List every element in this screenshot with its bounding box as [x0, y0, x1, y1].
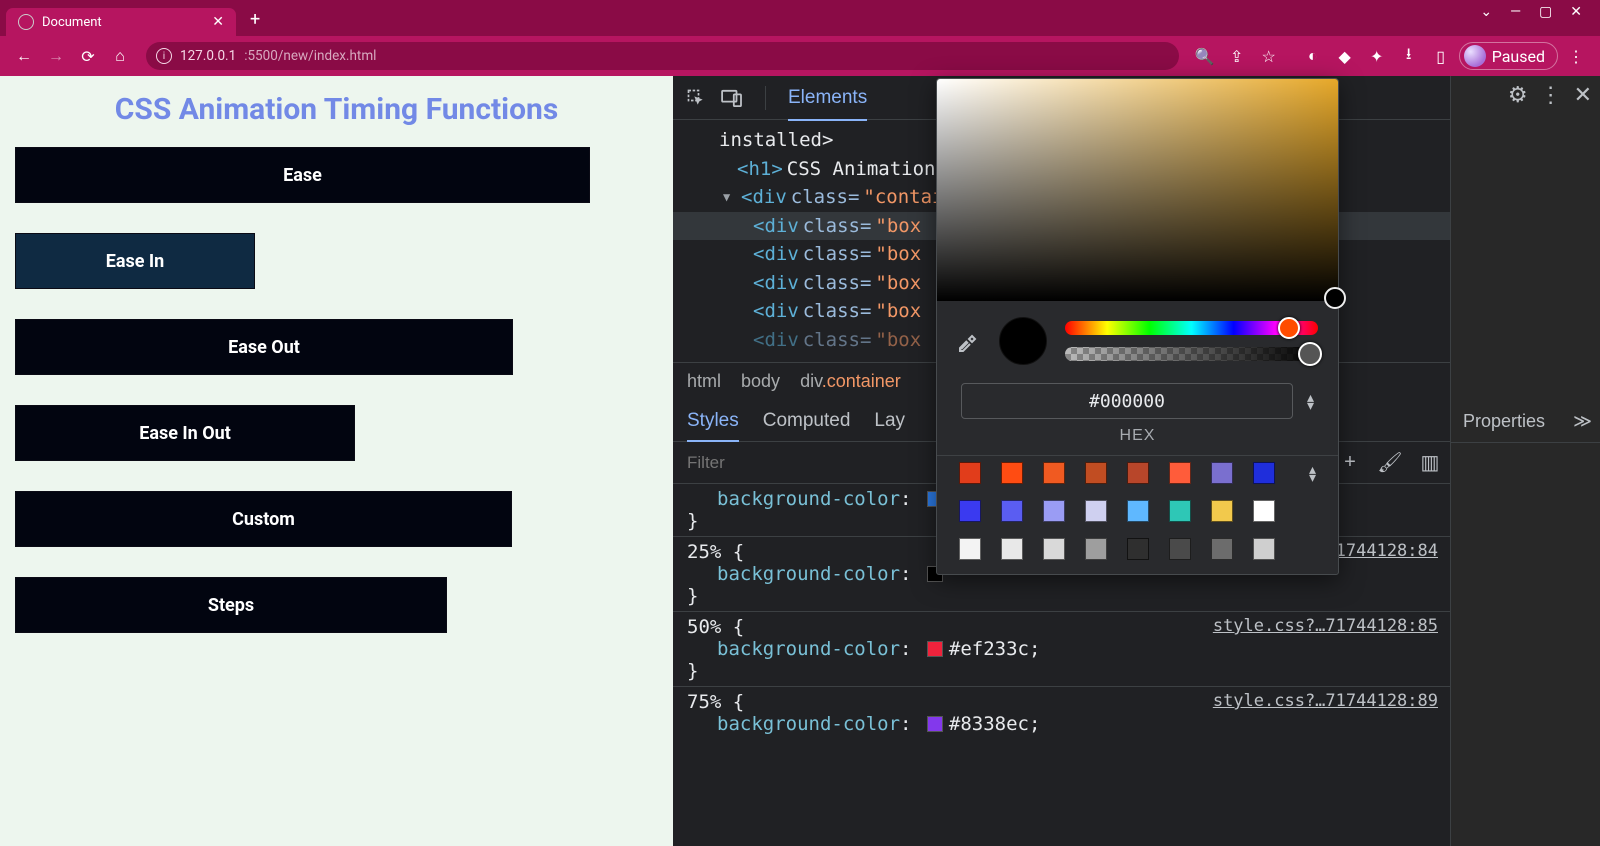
close-window-icon[interactable]: ✕	[1570, 4, 1582, 20]
palette-swatch[interactable]	[1169, 500, 1191, 522]
palette-swatch[interactable]	[1001, 462, 1023, 484]
source-link[interactable]: style.css?…71744128:85	[1213, 616, 1438, 636]
palette-swatch[interactable]	[1127, 462, 1149, 484]
address-bar[interactable]: i 127.0.0.1 :5500/new/index.html	[146, 42, 1179, 70]
paused-label: Paused	[1492, 47, 1545, 66]
saturation-field[interactable]	[937, 79, 1338, 301]
device-toggle-icon[interactable]	[721, 87, 743, 109]
home-button[interactable]: ⌂	[106, 42, 134, 70]
box-steps: Steps	[15, 577, 447, 633]
palette-page-toggle[interactable]: ▴▾	[1309, 465, 1316, 482]
close-tab-icon[interactable]: ✕	[212, 14, 224, 30]
palette-swatch[interactable]	[1085, 538, 1107, 560]
alpha-slider[interactable]	[1065, 347, 1318, 361]
palette-swatch[interactable]	[1169, 538, 1191, 560]
tab-layout[interactable]: Lay	[874, 410, 905, 432]
reload-button[interactable]: ⟳	[74, 42, 102, 70]
minimize-icon[interactable]: —	[1510, 4, 1521, 20]
hex-label: HEX	[937, 423, 1338, 455]
toolbar-right: 🔍 ⇪ ☆ ◐ ◆ ✦ ⭳ ▯ Paused ⋮	[1191, 42, 1590, 70]
inspect-icon[interactable]	[685, 87, 707, 109]
downloads-icon[interactable]: ⭳	[1395, 42, 1423, 70]
palette-swatch[interactable]	[1253, 500, 1275, 522]
back-button[interactable]: ←	[10, 42, 38, 70]
bookmark-icon[interactable]: ☆	[1255, 42, 1283, 70]
palette-swatch[interactable]	[1211, 500, 1233, 522]
forward-button[interactable]: →	[42, 42, 70, 70]
new-tab-button[interactable]: +	[250, 9, 260, 30]
palette-swatch[interactable]	[1085, 500, 1107, 522]
style-brush-icon[interactable]: 🖌	[1370, 450, 1410, 475]
layout-panel-icon[interactable]: ▥	[1410, 450, 1450, 475]
share-icon[interactable]: ⇪	[1223, 42, 1251, 70]
maximize-icon[interactable]: ▢	[1539, 4, 1552, 20]
search-icon[interactable]: 🔍	[1191, 42, 1219, 70]
eyedropper-icon[interactable]	[957, 329, 981, 353]
palette-swatch[interactable]	[959, 462, 981, 484]
url-host: 127.0.0.1	[180, 48, 236, 64]
extensions-icon[interactable]: ✦	[1363, 42, 1391, 70]
page-preview: CSS Animation Timing Functions Ease Ease…	[0, 76, 673, 846]
palette-swatch[interactable]	[1169, 462, 1191, 484]
box-custom: Custom	[15, 491, 512, 547]
current-color-swatch	[999, 317, 1047, 365]
box-easein: Ease In	[15, 233, 255, 289]
extension-circle-icon[interactable]: ◐	[1299, 42, 1327, 70]
kebab-menu-icon[interactable]: ⋮	[1540, 82, 1562, 108]
browser-tab[interactable]: Document ✕	[6, 8, 236, 36]
palette-swatch[interactable]	[1001, 500, 1023, 522]
devtools: ⚙ ⋮ ✕ Elements	[673, 76, 1600, 846]
page-heading: CSS Animation Timing Functions	[15, 92, 658, 127]
menu-button[interactable]: ⋮	[1562, 42, 1590, 70]
devtools-sidebar: Properties ≫	[1450, 76, 1600, 846]
hue-handle[interactable]	[1278, 317, 1300, 339]
palette-swatch[interactable]	[1253, 538, 1275, 560]
extension-shield-icon[interactable]: ◆	[1331, 42, 1359, 70]
settings-gear-icon[interactable]: ⚙	[1508, 82, 1528, 108]
site-info-icon[interactable]: i	[156, 48, 172, 64]
tab-properties[interactable]: Properties	[1463, 411, 1545, 432]
palette-swatch[interactable]	[1253, 462, 1275, 484]
box-ease: Ease	[15, 147, 590, 203]
source-link[interactable]: style.css?…71744128:89	[1213, 691, 1438, 711]
color-palette: ▴▾	[937, 455, 1338, 574]
browser-tabstrip: Document ✕ +	[0, 0, 1600, 36]
palette-swatch[interactable]	[1211, 538, 1233, 560]
palette-swatch[interactable]	[1085, 462, 1107, 484]
palette-swatch[interactable]	[1211, 462, 1233, 484]
color-picker[interactable]: ▴▾ HEX ▴▾	[936, 78, 1339, 575]
format-toggle-icon[interactable]: ▴▾	[1307, 393, 1314, 410]
url-path: :5500/new/index.html	[244, 48, 376, 64]
box-easeout: Ease Out	[15, 319, 513, 375]
browser-toolbar: ← → ⟳ ⌂ i 127.0.0.1:5500/new/index.html …	[0, 36, 1600, 76]
saturation-handle[interactable]	[1324, 287, 1346, 309]
palette-swatch[interactable]	[959, 538, 981, 560]
palette-swatch[interactable]	[1001, 538, 1023, 560]
sidepanel-icon[interactable]: ▯	[1427, 42, 1455, 70]
palette-swatch[interactable]	[1127, 538, 1149, 560]
tab-title: Document	[42, 15, 102, 30]
palette-swatch[interactable]	[959, 500, 981, 522]
palette-swatch[interactable]	[1043, 462, 1065, 484]
tab-styles[interactable]: Styles	[687, 410, 739, 432]
alpha-handle[interactable]	[1298, 342, 1322, 366]
palette-swatch[interactable]	[1043, 538, 1065, 560]
box-easeinout: Ease In Out	[15, 405, 355, 461]
chevron-down-icon[interactable]: ⌄	[1480, 4, 1492, 20]
window-controls: ⌄ — ▢ ✕	[1462, 0, 1600, 24]
tab-computed[interactable]: Computed	[763, 410, 851, 432]
more-tabs-icon[interactable]: ≫	[1573, 411, 1592, 432]
palette-swatch[interactable]	[1127, 500, 1149, 522]
hex-input[interactable]	[961, 383, 1293, 419]
profile-paused[interactable]: Paused	[1459, 42, 1558, 70]
content-area: CSS Animation Timing Functions Ease Ease…	[0, 76, 1600, 846]
globe-icon	[18, 14, 34, 30]
devtools-main: ⚙ ⋮ ✕ Elements	[673, 76, 1450, 846]
palette-swatch[interactable]	[1043, 500, 1065, 522]
hue-slider[interactable]	[1065, 321, 1318, 335]
close-devtools-icon[interactable]: ✕	[1574, 82, 1592, 108]
tab-elements[interactable]: Elements	[788, 87, 867, 109]
avatar	[1464, 45, 1486, 67]
